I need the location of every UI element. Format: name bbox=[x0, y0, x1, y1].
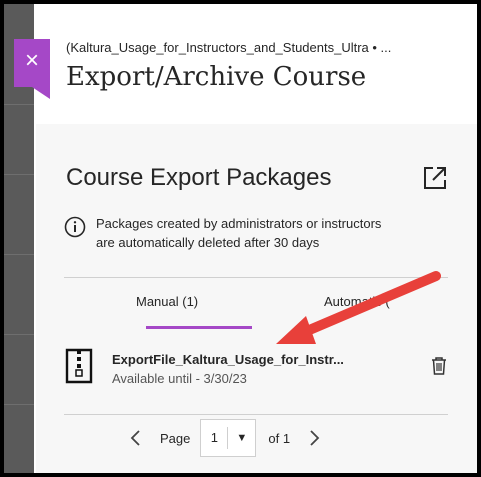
panel-header: (Kaltura_Usage_for_Instructors_and_Stude… bbox=[36, 34, 477, 125]
page-title: Export/Archive Course bbox=[66, 62, 367, 92]
breadcrumb: (Kaltura_Usage_for_Instructors_and_Stude… bbox=[66, 40, 392, 55]
chevron-right-icon[interactable] bbox=[304, 428, 324, 448]
page-total: of 1 bbox=[268, 430, 291, 446]
page-label: Page bbox=[160, 430, 191, 446]
page-select[interactable]: 1 ▼ bbox=[200, 419, 257, 457]
info-message: Packages created by administrators or in… bbox=[64, 214, 454, 252]
open-external-icon[interactable] bbox=[421, 164, 449, 192]
file-name-link[interactable]: ExportFile_Kaltura_Usage_for_Instr... bbox=[112, 352, 344, 367]
package-tabs: Manual (1) Automatic ( bbox=[64, 284, 448, 330]
tab-automatic[interactable]: Automatic ( bbox=[324, 294, 390, 309]
course-export-section: Course Export Packages Packages created … bbox=[36, 124, 477, 473]
pagination: Page 1 ▼ of 1 bbox=[126, 418, 386, 458]
export-file-item[interactable]: ExportFile_Kaltura_Usage_for_Instr... Av… bbox=[64, 344, 448, 404]
info-line-1: Packages created by administrators or in… bbox=[96, 216, 382, 231]
section-title: Course Export Packages bbox=[66, 164, 332, 191]
zip-file-icon bbox=[65, 348, 93, 384]
chevron-left-icon[interactable] bbox=[126, 428, 146, 448]
trash-icon[interactable] bbox=[430, 356, 448, 376]
page-select-value[interactable]: 1 bbox=[201, 427, 229, 449]
divider bbox=[64, 414, 448, 415]
tab-manual[interactable]: Manual (1) bbox=[136, 294, 198, 309]
window-frame: × (Kaltura_Usage_for_Instructors_and_Stu… bbox=[4, 4, 477, 473]
caret-down-icon[interactable]: ▼ bbox=[228, 432, 255, 444]
tab-selected-indicator bbox=[146, 326, 252, 329]
info-icon bbox=[64, 216, 86, 238]
divider bbox=[64, 277, 448, 278]
file-availability: Available until - 3/30/23 bbox=[112, 371, 247, 386]
info-line-2: are automatically deleted after 30 days bbox=[96, 235, 320, 250]
